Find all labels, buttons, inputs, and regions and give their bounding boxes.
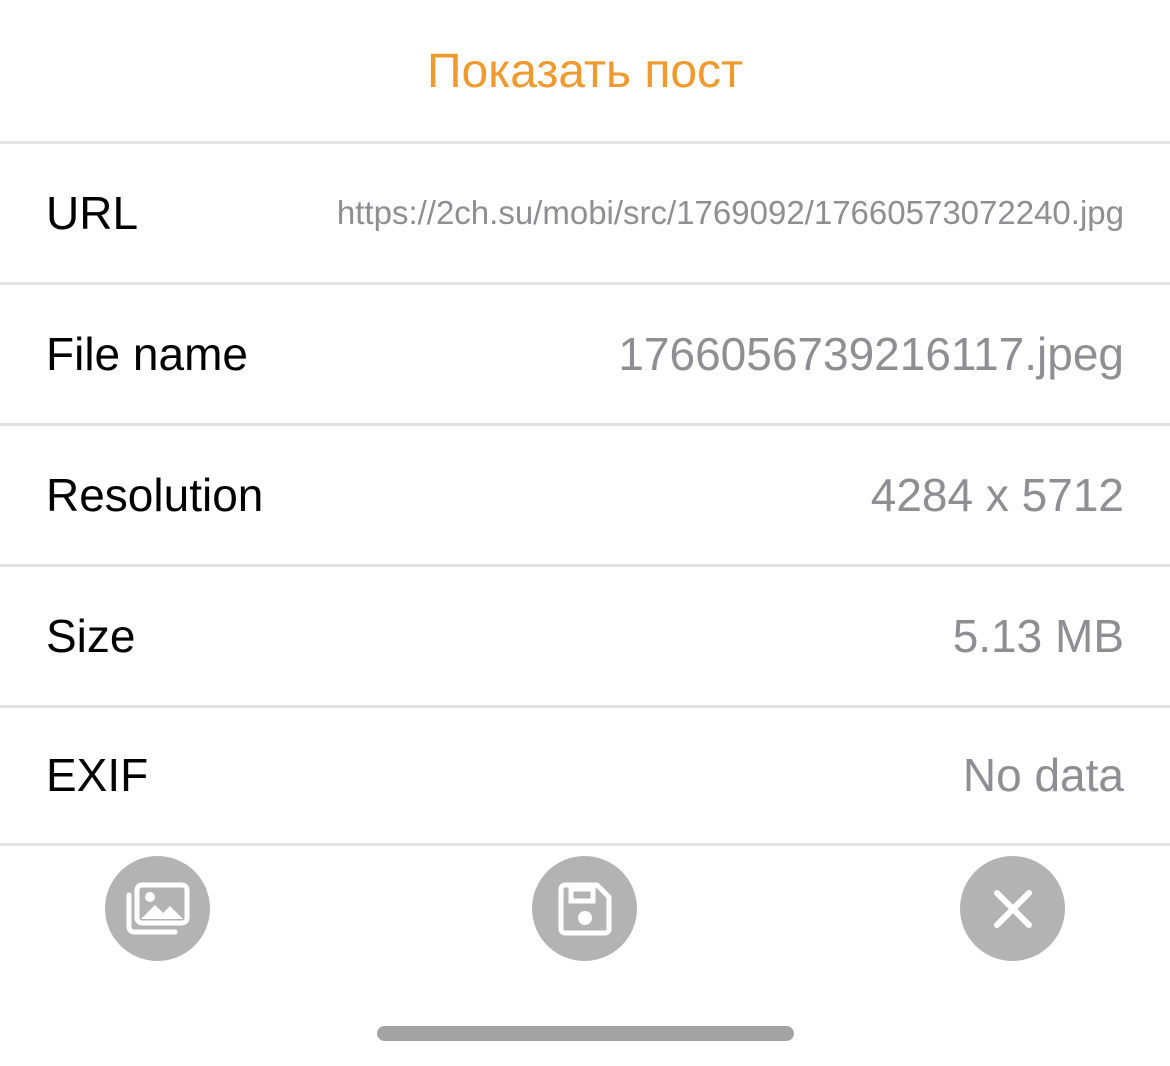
size-value: 5.13 MB bbox=[952, 610, 1124, 662]
save-button[interactable] bbox=[532, 856, 637, 961]
gallery-button[interactable] bbox=[105, 856, 210, 961]
detail-row-url[interactable]: URL https://2ch.su/mobi/src/1769092/1766… bbox=[0, 144, 1170, 282]
file-name-value: 1766056739216117.jpeg bbox=[618, 328, 1124, 380]
divider bbox=[0, 843, 1170, 846]
detail-row-exif: EXIF No data bbox=[0, 706, 1170, 844]
detail-row-file-name: File name 1766056739216117.jpeg bbox=[0, 285, 1170, 423]
url-label: URL bbox=[46, 187, 139, 239]
close-button[interactable] bbox=[960, 856, 1065, 961]
close-icon bbox=[993, 889, 1032, 928]
size-label: Size bbox=[46, 610, 136, 662]
floppy-disk-icon bbox=[558, 882, 611, 935]
resolution-value: 4284 x 5712 bbox=[870, 469, 1124, 521]
url-value[interactable]: https://2ch.su/mobi/src/1769092/17660573… bbox=[337, 194, 1124, 232]
exif-value: No data bbox=[962, 749, 1124, 801]
home-indicator[interactable] bbox=[377, 1026, 794, 1041]
detail-row-resolution: Resolution 4284 x 5712 bbox=[0, 426, 1170, 564]
file-name-label: File name bbox=[46, 328, 248, 380]
resolution-label: Resolution bbox=[46, 469, 264, 521]
show-post-button[interactable]: Показать пост bbox=[0, 0, 1170, 142]
image-gallery-icon bbox=[126, 882, 189, 934]
detail-row-size: Size 5.13 MB bbox=[0, 567, 1170, 705]
exif-label: EXIF bbox=[46, 749, 149, 801]
